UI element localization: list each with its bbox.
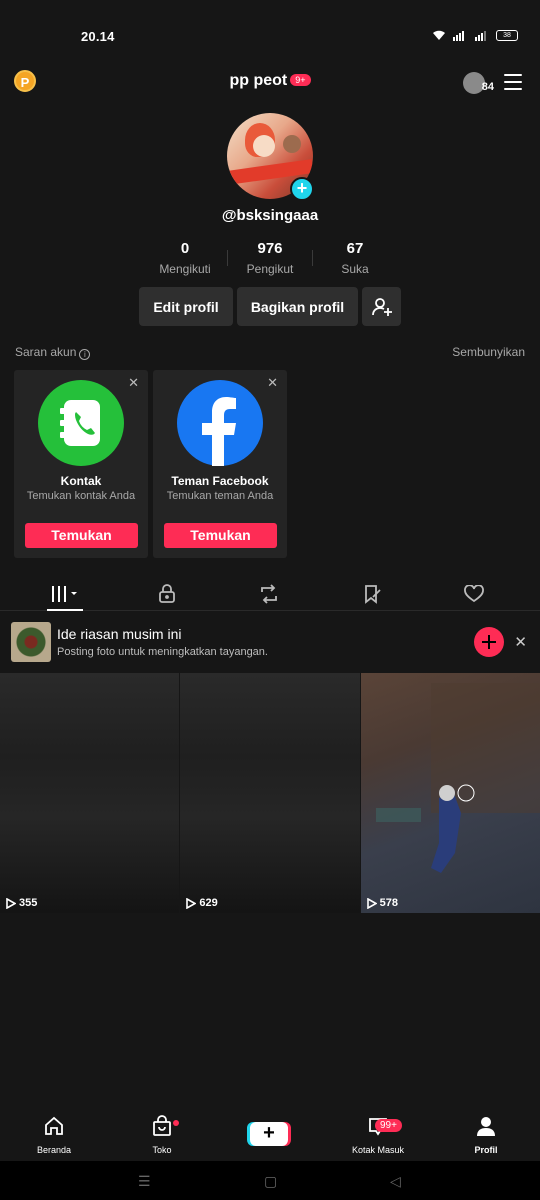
create-button[interactable]: + [250, 1122, 288, 1146]
add-photo-button[interactable]: + [290, 177, 314, 201]
lock-icon [159, 584, 175, 603]
recent-apps-icon[interactable]: ☰ [138, 1173, 151, 1190]
profile-stats: 0 Mengikuti 976 Pengikut 67 Suka [0, 240, 540, 276]
tab-private[interactable] [147, 582, 187, 606]
username: @bsksingaaa [221, 207, 319, 224]
suggestion-card-contacts[interactable]: ✕ Kontak Temukan kontak Anda Temukan [14, 370, 148, 558]
stat-following[interactable]: 0 Mengikuti [143, 240, 227, 276]
signal-icon [453, 31, 464, 41]
back-icon[interactable]: ◁ [390, 1173, 401, 1190]
card-name: Teman Facebook [171, 474, 269, 488]
tab-liked[interactable] [454, 582, 494, 606]
video-tile[interactable]: 578 [360, 673, 540, 913]
nav-profile[interactable]: Profil [446, 1115, 526, 1155]
view-count-value: 629 [199, 897, 218, 909]
view-count-value: 578 [379, 897, 399, 909]
nav-home[interactable]: Beranda [14, 1115, 94, 1155]
account-switcher[interactable]: pp peot 9+ [0, 72, 540, 90]
page-title: pp peot [229, 72, 288, 89]
game-character-figure [375, 683, 540, 873]
battery-icon: 38 [496, 29, 518, 41]
close-icon[interactable]: ✕ [128, 375, 139, 391]
find-facebook-button[interactable]: Temukan [164, 523, 277, 548]
wifi-icon [433, 30, 445, 40]
view-count: 355 [6, 897, 37, 909]
profile-icon [477, 1117, 495, 1136]
home-icon [45, 1116, 63, 1135]
profile-actions: Edit profil Bagikan profil [0, 287, 540, 326]
title-badge: 9+ [290, 74, 311, 86]
banner-thumbnail [11, 622, 51, 662]
menu-icon[interactable] [504, 74, 522, 90]
edit-profile-button[interactable]: Edit profil [139, 287, 233, 326]
add-friend-button[interactable] [362, 287, 401, 326]
info-icon[interactable]: i [79, 349, 91, 360]
create-post-plus-icon[interactable] [474, 627, 504, 657]
videos-grid-icon [52, 586, 77, 602]
bottom-nav: Beranda Toko + Kotak Masuk 99+ Profil [0, 1115, 540, 1161]
suggestions-title: Saran akun [15, 345, 77, 359]
view-count: 629 [186, 897, 218, 909]
status-time: 20.14 [81, 29, 115, 44]
active-tab-indicator [47, 609, 83, 611]
stat-label: Suka [341, 262, 369, 276]
signal-icon-2 [475, 31, 486, 41]
card-subtitle: Temukan kontak Anda [26, 490, 136, 502]
inbox-badge: 99+ [375, 1119, 402, 1132]
home-button-icon[interactable]: ▢ [264, 1173, 277, 1190]
status-bar: 20.14 38 [0, 0, 540, 64]
view-count: 578 [366, 897, 399, 909]
close-icon[interactable]: ✕ [267, 375, 278, 391]
video-tile[interactable]: 629 [180, 673, 360, 913]
video-grid: 355 629 578 [0, 673, 540, 913]
system-nav-bar: ☰ ▢ ◁ [0, 1161, 540, 1200]
play-icon [366, 897, 377, 909]
friend-count: 84 [481, 81, 494, 93]
share-profile-button[interactable]: Bagikan profil [237, 287, 358, 326]
nav-shop-label: Toko [152, 1145, 172, 1155]
tab-saved[interactable] [352, 582, 392, 606]
view-count-value: 355 [19, 897, 38, 909]
play-icon [186, 897, 197, 909]
card-name: Kontak [60, 474, 102, 488]
nav-inbox-label: Kotak Masuk [351, 1145, 405, 1155]
nav-profile-label: Profil [474, 1145, 498, 1155]
find-contacts-button[interactable]: Temukan [25, 523, 138, 548]
tab-videos[interactable] [45, 582, 85, 606]
content-tabs [0, 578, 540, 611]
nav-home-label: Beranda [36, 1145, 72, 1155]
stat-followers[interactable]: 976 Pengikut [228, 240, 312, 276]
tab-reposts[interactable] [249, 582, 289, 606]
banner-title: Ide riasan musim ini [57, 626, 182, 642]
repost-icon [261, 584, 277, 604]
card-subtitle: Temukan teman Anda [166, 490, 274, 502]
add-person-icon [371, 297, 392, 316]
stat-value: 976 [257, 240, 283, 257]
stat-likes[interactable]: 67 Suka [313, 240, 397, 276]
profile-topbar: P pp peot 9+ 84 [0, 68, 540, 98]
suggestion-card-facebook[interactable]: ✕ Teman Facebook Temukan teman Anda Temu… [153, 370, 287, 558]
banner-subtitle: Posting foto untuk meningkatkan tayangan… [57, 646, 268, 658]
close-icon[interactable]: ✕ [514, 633, 527, 651]
stat-value: 67 [346, 240, 364, 257]
stat-value: 0 [180, 240, 190, 257]
notification-dot [173, 1120, 179, 1126]
heart-icon [464, 585, 484, 603]
stat-label: Pengikut [246, 262, 294, 276]
hide-suggestions-link[interactable]: Sembunyikan [452, 345, 525, 359]
shop-bag-icon [153, 1115, 171, 1136]
video-tile[interactable]: 355 [0, 673, 180, 913]
inspiration-banner[interactable]: Ide riasan musim ini Posting foto untuk … [0, 612, 540, 672]
contacts-icon [38, 380, 124, 466]
status-icons: 38 [432, 29, 518, 41]
nav-shop[interactable]: Toko [122, 1115, 202, 1155]
play-icon [6, 897, 16, 909]
stat-label: Mengikuti [159, 262, 211, 276]
bookmark-icon [365, 585, 381, 604]
facebook-icon [177, 380, 263, 466]
suggestions-header: Saran akun i Sembunyikan [15, 345, 525, 360]
